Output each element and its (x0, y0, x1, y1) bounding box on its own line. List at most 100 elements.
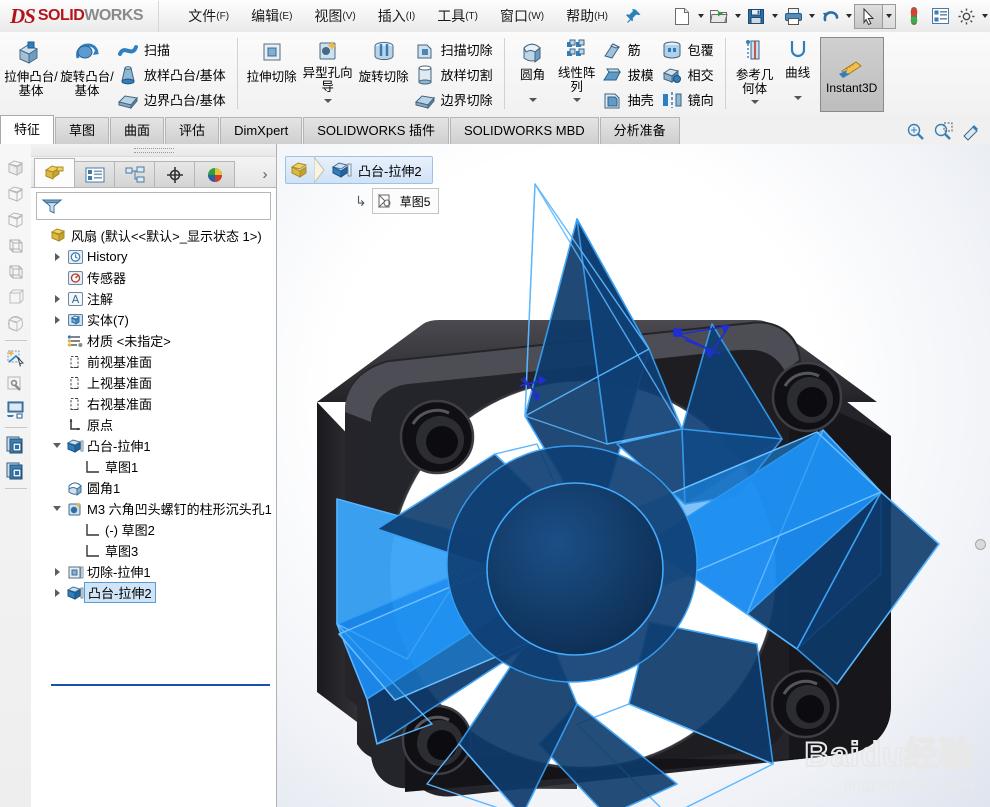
tree-item-solid-bodies[interactable]: 实体(7) (31, 309, 276, 330)
fillet-caret[interactable] (528, 93, 537, 106)
display-style-hidden-lines-visible-icon[interactable] (4, 180, 28, 206)
configurations-icon[interactable] (4, 458, 28, 484)
rollback-bar[interactable] (51, 684, 270, 686)
select-tool-button[interactable] (854, 3, 882, 29)
boss-extrude2-twisty[interactable] (49, 588, 65, 597)
tree-item-boss-extrude1[interactable]: 凸台-拉伸1 (31, 435, 276, 456)
sweep-cut-button[interactable]: 扫描切除 (412, 37, 498, 62)
tree-item-top-plane[interactable]: 上视基准面 (31, 372, 276, 393)
open-document-button[interactable] (706, 4, 732, 28)
revolve-cut-button[interactable]: 旋转切除 (356, 34, 412, 115)
tree-root-part[interactable]: 风扇 (默认<<默认>_显示状态 1>) (31, 225, 276, 246)
reference-geometry-caret[interactable] (750, 95, 759, 108)
dimxpert-manager-tab[interactable] (154, 161, 195, 187)
print-button[interactable] (780, 4, 806, 28)
extrude-boss-button[interactable]: 拉伸凸台/基体 (3, 34, 59, 115)
panel-grip-handle[interactable] (31, 144, 276, 157)
property-manager-tab[interactable] (74, 161, 115, 187)
menu-insert[interactable]: 插入(I) (367, 2, 426, 30)
tab-dimxpert[interactable]: DimXpert (220, 117, 303, 144)
intersect-button[interactable]: 相交 (659, 62, 719, 87)
shell-button[interactable]: 抽壳 (599, 87, 659, 112)
tab-evaluate[interactable]: 评估 (165, 117, 220, 144)
tab-solidworks-addins[interactable]: SOLIDWORKS 插件 (303, 117, 449, 144)
undo-caret[interactable] (843, 4, 854, 28)
m3-counterbore-twisty[interactable] (49, 506, 65, 511)
tree-filter-box[interactable] (36, 192, 271, 220)
apply-scene-icon[interactable] (4, 345, 28, 371)
fillet-button[interactable]: 圆角 (511, 34, 555, 115)
tree-item-m3-counterbore[interactable]: M3 六角凹头螺钉的柱形沉头孔1 (31, 498, 276, 519)
tree-item-boss-extrude2[interactable]: 凸台-拉伸2 (31, 582, 276, 603)
instant3d-button[interactable]: Instant3D (819, 37, 884, 112)
display-style-shaded-icon[interactable] (4, 154, 28, 180)
menu-view[interactable]: 视图(V) (303, 2, 366, 30)
menu-edit[interactable]: 编辑(E) (240, 2, 303, 30)
tree-item-sketch1[interactable]: 草图1 (31, 456, 276, 477)
display-style-perspective-icon[interactable] (4, 310, 28, 336)
configuration-manager-tab[interactable] (114, 161, 155, 187)
loft-boss-button[interactable]: 放样凸台/基体 (115, 62, 231, 87)
menu-window[interactable]: 窗口(W) (489, 2, 555, 30)
tab-sketch[interactable]: 草图 (55, 117, 110, 144)
zoom-to-area-icon[interactable] (930, 120, 956, 144)
boundary-boss-button[interactable]: 边界凸台/基体 (115, 87, 231, 112)
new-document-button[interactable] (669, 4, 695, 28)
display-style-hidden-lines-removed-icon[interactable] (4, 206, 28, 232)
tree-item-fillet1[interactable]: 圆角1 (31, 477, 276, 498)
select-tool-caret[interactable] (882, 3, 896, 29)
tree-item-sketch2[interactable]: (-) 草图2 (31, 519, 276, 540)
fan-model-3d-view[interactable] (277, 144, 990, 807)
tree-item-history[interactable]: History (31, 246, 276, 267)
tree-item-material[interactable]: 材质 <未指定> (31, 330, 276, 351)
display-manager-tab[interactable] (194, 161, 235, 187)
wrap-button[interactable]: 包覆 (659, 37, 719, 62)
options-list-button[interactable] (927, 4, 953, 28)
sweep-button[interactable]: 扫描 (115, 37, 231, 62)
cut-extrude1-twisty[interactable] (49, 567, 65, 576)
mirror-button[interactable]: 镜向 (659, 87, 719, 112)
rebuild-button[interactable] (901, 4, 927, 28)
pin-icon[interactable] (625, 7, 643, 25)
linear-pattern-button[interactable]: 线性阵列 (555, 34, 599, 115)
save-caret[interactable] (769, 4, 780, 28)
new-document-caret[interactable] (695, 4, 706, 28)
tree-item-annotations[interactable]: A 注解 (31, 288, 276, 309)
tab-features[interactable]: 特征 (0, 115, 55, 144)
display-style-draft-quality-icon[interactable] (4, 284, 28, 310)
tree-item-sketch3[interactable]: 草图3 (31, 540, 276, 561)
save-button[interactable] (743, 4, 769, 28)
revolve-boss-button[interactable]: 旋转凸台/基体 (59, 34, 115, 115)
extrude-cut-button[interactable]: 拉伸切除 (244, 34, 300, 115)
solid-bodies-twisty[interactable] (49, 315, 65, 324)
boss-extrude1-twisty[interactable] (49, 443, 65, 448)
menu-file[interactable]: 文件(F) (177, 2, 240, 30)
zoom-to-fit-icon[interactable] (902, 120, 928, 144)
tab-solidworks-mbd[interactable]: SOLIDWORKS MBD (450, 117, 599, 144)
gear-icon[interactable] (953, 4, 979, 28)
tree-item-sensors[interactable]: 传感器 (31, 267, 276, 288)
tab-analysis-preparation[interactable]: 分析准备 (599, 117, 680, 144)
curves-caret[interactable] (793, 91, 802, 104)
display-style-wireframe-icon[interactable] (4, 232, 28, 258)
tab-surfaces[interactable]: 曲面 (110, 117, 165, 144)
hole-wizard-button[interactable]: 异型孔向导 (300, 34, 356, 115)
tree-item-front-plane[interactable]: 前视基准面 (31, 351, 276, 372)
tree-item-right-plane[interactable]: 右视基准面 (31, 393, 276, 414)
section-view-icon[interactable] (958, 120, 984, 144)
rib-button[interactable]: 筋 (599, 37, 659, 62)
graphics-viewport[interactable]: 凸台-拉伸2 ↳ 草图5 Baidu经验 jingyan.baidu.com (277, 144, 990, 807)
panel-more-tabs-button[interactable]: › (254, 166, 276, 187)
boundary-cut-button[interactable]: 边界切除 (412, 87, 498, 112)
reference-geometry-button[interactable]: 参考几何体 (732, 34, 778, 115)
annotations-twisty[interactable] (49, 294, 65, 303)
curves-button[interactable]: 曲线 (778, 34, 818, 115)
tree-item-cut-extrude1[interactable]: 切除-拉伸1 (31, 561, 276, 582)
loft-cut-button[interactable]: 放样切割 (412, 62, 498, 87)
options-caret[interactable] (979, 4, 990, 28)
hide-show-items-icon[interactable] (4, 432, 28, 458)
hole-wizard-caret[interactable] (323, 94, 332, 107)
draft-button[interactable]: 拔模 (599, 62, 659, 87)
history-twisty[interactable] (49, 252, 65, 261)
print-caret[interactable] (806, 4, 817, 28)
